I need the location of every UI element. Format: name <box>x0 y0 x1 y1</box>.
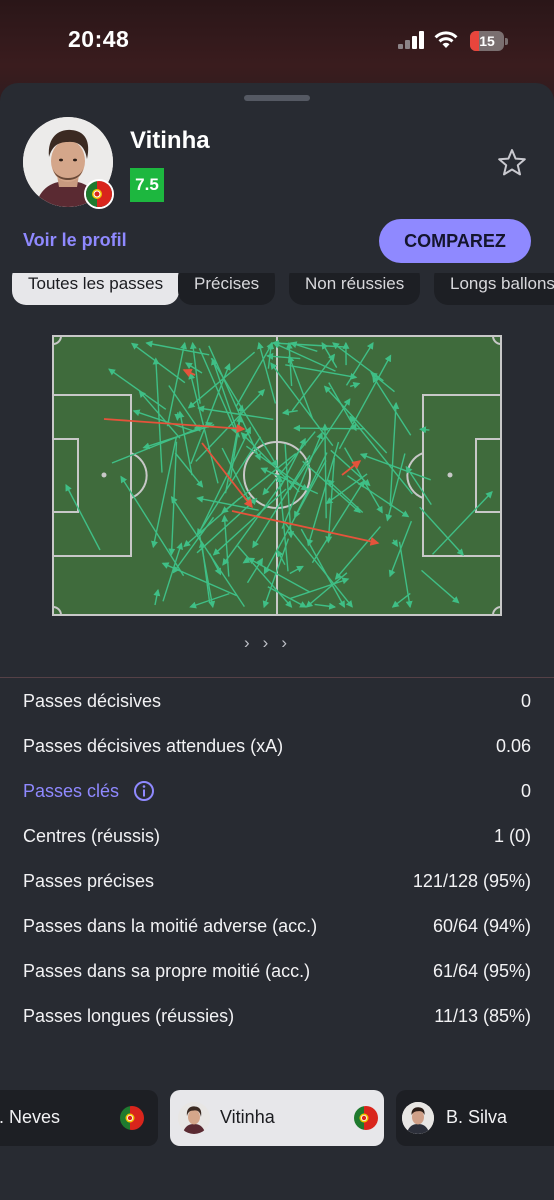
sheet-grabber[interactable] <box>244 95 310 101</box>
section-divider <box>0 677 554 678</box>
stat-label: Centres (réussis) <box>23 826 161 846</box>
stat-row: Passes décisives 0 <box>23 691 531 717</box>
player-card-b-silva[interactable]: B. Silva <box>396 1090 554 1146</box>
star-icon[interactable] <box>496 147 528 179</box>
successful-pass-arrow <box>293 424 366 432</box>
filter-long-balls[interactable]: Longs ballons <box>434 273 554 305</box>
status-bar: 20:48 15 <box>0 0 554 84</box>
stat-label: Passes décisives attendues (xA) <box>23 736 284 756</box>
portugal-flag-icon <box>120 1106 144 1130</box>
stat-row-key-passes[interactable]: Passes clés 0 <box>23 781 531 807</box>
filter-all-passes[interactable]: Toutes les passes <box>12 273 180 305</box>
player-carousel: J. Neves Vitinha B. Silva <box>0 1090 554 1146</box>
stat-value: 0 <box>520 781 531 801</box>
stat-value: 60/64 (94%) <box>432 916 531 936</box>
stat-row: Passes précises 121/128 (95%) <box>23 871 531 897</box>
wifi-icon <box>434 31 458 48</box>
stat-row: Passes longues (réussies) 11/13 (85%) <box>23 1006 531 1032</box>
battery-icon: 15 <box>470 31 508 51</box>
stat-value: 11/13 (85%) <box>434 1006 531 1026</box>
player-name: Vitinha <box>130 127 210 154</box>
filter-unsuccessful-passes[interactable]: Non réussies <box>289 273 421 305</box>
chevron-right-triple-icon[interactable]: ››› <box>244 633 314 653</box>
player-card-j-neves[interactable]: J. Neves <box>0 1090 158 1146</box>
player-card-name: B. Silva <box>446 1107 508 1127</box>
status-time: 20:48 <box>68 26 130 52</box>
pass-map-pitch <box>52 335 502 616</box>
player-rating-badge: 7.5 <box>130 168 164 202</box>
player-card-name: Vitinha <box>220 1107 275 1127</box>
stat-value: 61/64 (95%) <box>432 961 531 981</box>
stat-label: Passes longues (réussies) <box>23 1006 235 1026</box>
player-card-name: J. Neves <box>0 1107 61 1127</box>
portugal-flag-icon <box>354 1106 378 1130</box>
stat-value: 1 (0) <box>493 826 531 846</box>
player-card-vitinha[interactable]: Vitinha <box>170 1090 384 1146</box>
stat-label: Passes décisives <box>23 691 162 711</box>
successful-pass-arrow <box>419 426 430 434</box>
stat-value: 0 <box>520 691 531 711</box>
filter-accurate-passes[interactable]: Précises <box>178 273 276 305</box>
stat-row: Passes dans sa propre moitié (acc.) 61/6… <box>23 961 531 987</box>
player-avatar <box>402 1102 434 1134</box>
view-profile-link[interactable]: Voir le profil <box>23 230 127 251</box>
stat-row: Passes dans la moitié adverse (acc.) 60/… <box>23 916 531 942</box>
info-icon[interactable] <box>133 780 155 802</box>
stat-label: Passes dans sa propre moitié (acc.) <box>23 961 311 981</box>
stat-label: Passes dans la moitié adverse (acc.) <box>23 916 318 936</box>
stat-value: 121/128 (95%) <box>412 871 531 891</box>
pass-filter-tabs: Toutes les passes Précises Non réussies … <box>0 273 554 305</box>
stat-label-link[interactable]: Passes clés <box>23 781 119 802</box>
stat-label: Passes précises <box>23 871 155 891</box>
player-avatar <box>178 1102 210 1134</box>
stat-row: Passes décisives attendues (xA) 0.06 <box>23 736 531 762</box>
compare-button[interactable]: COMPAREZ <box>379 219 531 263</box>
successful-pass-arrow <box>174 412 182 421</box>
stat-value: 0.06 <box>495 736 531 756</box>
portugal-flag-icon <box>84 179 114 209</box>
battery-level: 15 <box>479 33 495 49</box>
cellular-signal-icon <box>398 31 426 49</box>
player-sheet: Vitinha 7.5 Voir le profil COMPAREZ Tout… <box>0 83 554 1200</box>
stat-row: Centres (réussis) 1 (0) <box>23 826 531 852</box>
